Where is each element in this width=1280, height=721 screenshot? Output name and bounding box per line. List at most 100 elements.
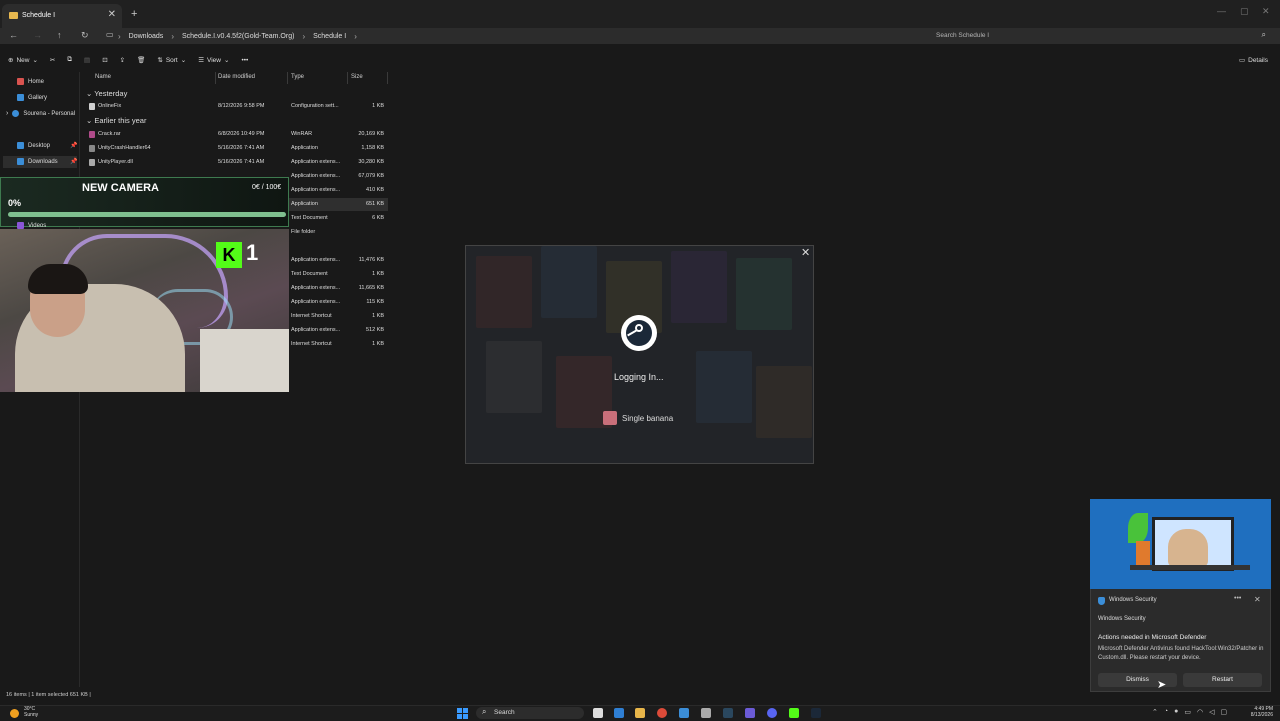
steam-login-status: Logging In... <box>614 372 664 382</box>
wifi-icon[interactable]: ◠ <box>1197 708 1203 716</box>
file-name: UnityCrashHandler64 <box>98 145 151 151</box>
up-icon[interactable]: ↑ <box>57 30 62 40</box>
pin-icon: 📌 <box>70 143 78 149</box>
rename-icon[interactable]: ⊡ <box>102 56 107 64</box>
new-tab-button[interactable]: + <box>131 8 137 20</box>
goal-percent: 0% <box>8 198 22 208</box>
chrome-icon[interactable] <box>657 708 667 718</box>
restart-button[interactable]: Restart <box>1183 673 1262 687</box>
table-row[interactable]: OnlineFix 8/12/2026 9:58 PM Configuratio… <box>84 100 388 113</box>
sidebar-item-label: Home <box>28 78 45 85</box>
volume-icon[interactable]: ◁ <box>1209 708 1214 716</box>
steam-logo-icon <box>621 315 657 351</box>
teams-icon[interactable] <box>745 708 755 718</box>
maximize-icon[interactable]: ▢ <box>1240 6 1249 17</box>
capcut-icon[interactable] <box>701 708 711 718</box>
chevron-up-icon[interactable]: ⌃ <box>1152 708 1158 716</box>
details-label: Details <box>1248 56 1268 64</box>
file-size: 651 KB <box>365 201 384 207</box>
download-icon <box>17 158 24 165</box>
network-icon[interactable]: ◔ <box>1164 708 1168 716</box>
minimize-icon[interactable]: — <box>1217 6 1226 16</box>
column-divider[interactable] <box>347 72 348 84</box>
more-options-button[interactable]: ••• <box>241 57 248 64</box>
delete-icon[interactable]: 🗑 <box>137 56 145 64</box>
file-name: UnityPlayer.dll <box>98 159 133 165</box>
forward-icon[interactable]: → <box>33 30 42 40</box>
toast-hero-image <box>1090 499 1271 589</box>
column-header-size[interactable]: Size <box>351 74 363 80</box>
kick-icon[interactable] <box>789 708 799 718</box>
steam-icon[interactable] <box>723 708 733 718</box>
table-row[interactable]: Crack.rar 6/8/2026 10:49 PM WinRAR 20,16… <box>84 128 388 141</box>
file-type: Configuration sett... <box>291 103 339 109</box>
sidebar-item-downloads[interactable]: Downloads <box>17 158 58 165</box>
column-header-date[interactable]: Date modified <box>218 74 255 80</box>
window-close-icon[interactable]: ✕ <box>1262 6 1270 17</box>
search-input[interactable]: Search Schedule I ⌕ <box>930 29 1270 42</box>
file-type: Application extens... <box>291 257 341 263</box>
search-icon: ⌕ <box>482 707 487 716</box>
column-divider[interactable] <box>287 72 288 84</box>
goal-title: NEW CAMERA <box>82 182 159 194</box>
group-label: Earlier this year <box>94 116 147 125</box>
breadcrumb-downloads[interactable]: Downloads <box>129 33 164 40</box>
view-label: View <box>207 56 221 64</box>
file-explorer-icon[interactable] <box>635 708 645 718</box>
sort-button[interactable]: ⇅ Sort ⌄ <box>157 56 186 65</box>
file-date: 5/16/2026 7:41 AM <box>218 145 265 151</box>
view-icon: ☰ <box>198 57 205 64</box>
sidebar-item-label: Videos <box>28 222 47 229</box>
column-divider[interactable] <box>387 72 388 84</box>
tab-close-icon[interactable]: ✕ <box>108 9 116 20</box>
taskbar-search[interactable]: ⌕ Search <box>476 707 584 719</box>
table-row[interactable]: UnityCrashHandler64 5/16/2026 7:41 AM Ap… <box>84 142 388 155</box>
column-header-name[interactable]: Name <box>95 74 111 80</box>
toast-close-icon[interactable]: ✕ <box>1254 595 1261 604</box>
details-button[interactable]: ▭ Details <box>1239 56 1268 65</box>
battery-icon[interactable]: ▭ <box>1184 708 1191 716</box>
new-button[interactable]: ⊕ New ⌄ <box>8 56 38 65</box>
table-row[interactable]: UnityPlayer.dll 5/16/2026 7:41 AM Applic… <box>84 156 388 169</box>
steam-close-icon[interactable]: ✕ <box>801 246 810 259</box>
app-icon[interactable] <box>679 708 689 718</box>
monitor-icon: ▭ <box>106 30 114 39</box>
start-button-windows-icon[interactable] <box>457 708 468 719</box>
copy-icon[interactable]: ⧉ <box>67 56 72 64</box>
toast-more-icon[interactable]: ••• <box>1234 595 1241 602</box>
sidebar-item-videos[interactable]: Videos <box>17 222 46 229</box>
breadcrumb-schedule-folder[interactable]: Schedule.I.v0.4.5f2(Gold-Team.Org) <box>182 33 294 40</box>
discord-icon[interactable] <box>767 708 777 718</box>
group-header-earlier[interactable]: ⌄ Earlier this year <box>86 116 146 125</box>
sidebar-item-gallery[interactable]: Gallery <box>17 94 47 101</box>
edge-icon[interactable] <box>614 708 624 718</box>
cut-icon[interactable]: ✂ <box>50 56 55 64</box>
mic-icon[interactable]: ● <box>1174 708 1178 716</box>
steam-login-dialog <box>465 245 814 464</box>
back-icon[interactable]: ← <box>9 30 18 40</box>
file-size: 1 KB <box>372 341 384 347</box>
task-view-icon[interactable] <box>593 708 603 718</box>
steam-running-icon[interactable] <box>811 708 821 718</box>
share-icon[interactable]: ⇪ <box>120 56 125 64</box>
tab-schedule-i[interactable]: Schedule I ✕ <box>2 4 122 28</box>
paste-icon[interactable]: ▤ <box>84 56 90 64</box>
shield-icon <box>1098 597 1105 605</box>
notifications-icon[interactable]: ▢ <box>1220 708 1227 716</box>
weather-sun-icon[interactable] <box>10 709 19 718</box>
plant-pot <box>1136 541 1150 565</box>
refresh-icon[interactable]: ↻ <box>81 30 89 41</box>
sidebar-item-onedrive[interactable]: › Sourena - Personal <box>6 110 75 117</box>
file-size: 11,665 KB <box>358 285 384 291</box>
breadcrumb-schedule-i[interactable]: Schedule I <box>313 33 346 40</box>
sidebar-item-desktop[interactable]: Desktop <box>17 142 50 149</box>
view-button[interactable]: ☰ View ⌄ <box>198 56 229 65</box>
sidebar-item-home[interactable]: Home <box>17 78 44 85</box>
plus-icon: ⊕ <box>8 57 14 64</box>
column-divider[interactable] <box>215 72 216 84</box>
taskbar-clock[interactable]: 4:49 PM 8/13/2026 <box>1243 706 1273 718</box>
file-size: 6 KB <box>372 215 384 221</box>
group-header-yesterday[interactable]: ⌄ Yesterday <box>86 89 127 98</box>
weather-widget[interactable]: 30°C Sunny <box>24 706 38 718</box>
column-header-type[interactable]: Type <box>291 74 304 80</box>
